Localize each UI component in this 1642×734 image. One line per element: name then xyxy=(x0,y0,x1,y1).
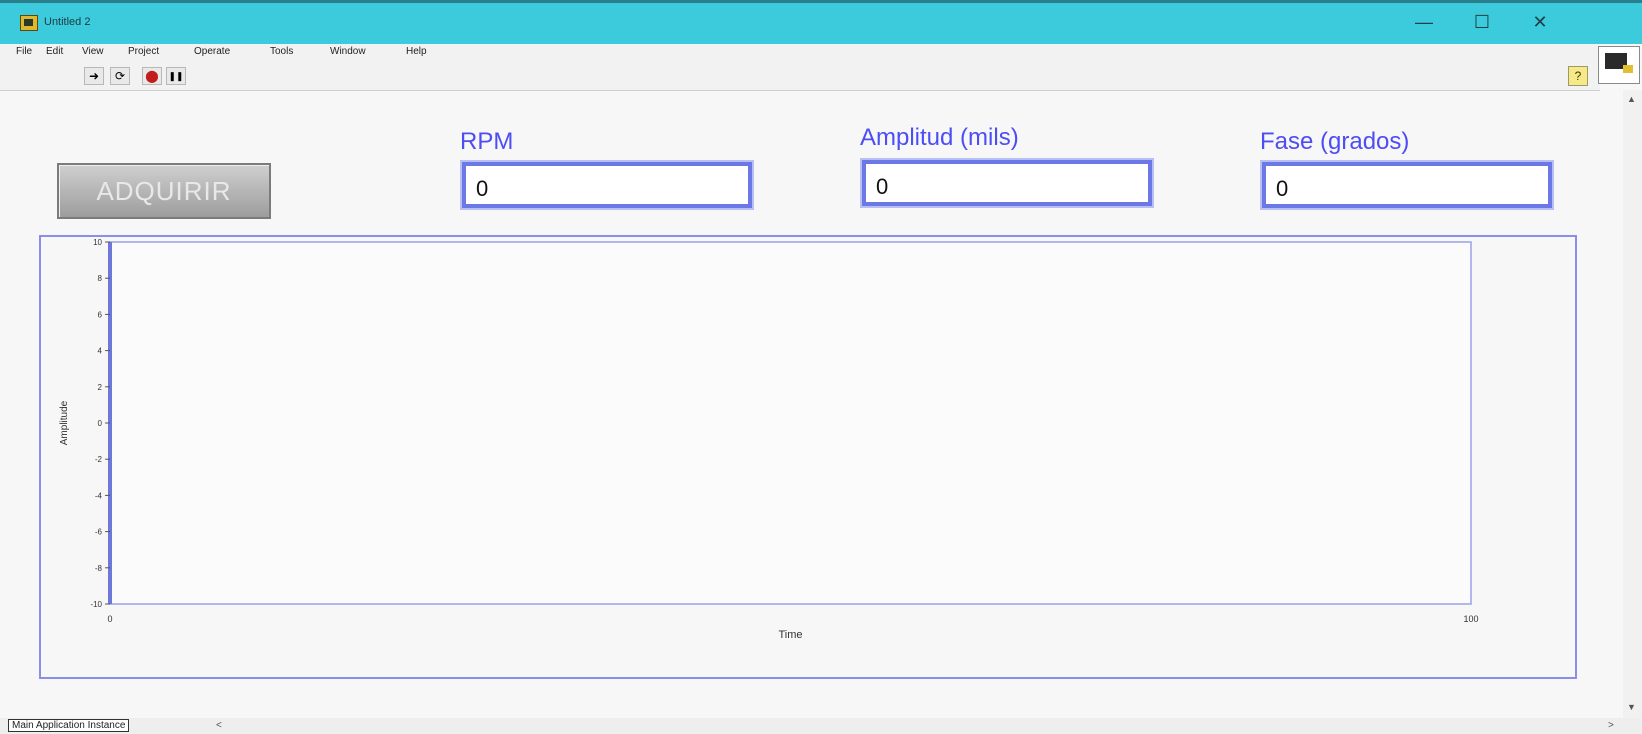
menu-file[interactable]: File xyxy=(16,46,32,57)
y-tick-label: 10 xyxy=(93,238,102,247)
y-tick-label: 8 xyxy=(98,274,103,283)
x-tick-label: 100 xyxy=(1463,614,1478,624)
application-instance-tab[interactable]: Main Application Instance xyxy=(8,719,130,732)
menu-edit[interactable]: Edit xyxy=(46,46,63,57)
labview-app-icon[interactable] xyxy=(20,15,38,31)
phase-label: Fase (grados) xyxy=(1260,128,1410,155)
y-tick-label: -8 xyxy=(95,564,103,573)
vi-icon-connector-pane[interactable] xyxy=(1598,46,1640,84)
abort-execution-icon[interactable]: ⬤ xyxy=(142,67,162,85)
y-tick-label: -10 xyxy=(90,600,102,609)
y-tick-label: -2 xyxy=(95,455,103,464)
amplitude-indicator: 0 xyxy=(862,160,1152,206)
scroll-up-arrow-icon[interactable]: ▲ xyxy=(1627,94,1636,104)
window-title: Untitled 2 xyxy=(44,16,91,28)
toolbar: ➜ ⟳ ⬤ ❚❚ xyxy=(0,60,1600,91)
waveform-chart[interactable]: 10 8 6 4 2 0 -2 -4 -6 -8 -10 0 100 Time Amplitude xyxy=(39,235,1577,679)
run-arrow-icon[interactable]: ➜ xyxy=(84,67,104,85)
adquirir-button[interactable]: ADQUIRIR xyxy=(57,163,271,219)
x-ticks: 0 100 xyxy=(107,614,1478,624)
run-continuously-icon[interactable]: ⟳ xyxy=(110,67,130,85)
pause-icon[interactable]: ❚❚ xyxy=(166,67,186,85)
phase-indicator: 0 xyxy=(1262,162,1552,208)
y-tick-label: 0 xyxy=(98,419,103,428)
context-help-icon[interactable]: ? xyxy=(1568,66,1588,86)
status-bar: Main Application Instance < > xyxy=(0,718,1642,734)
y-tick-label: 6 xyxy=(98,310,103,319)
y-tick-label: -6 xyxy=(95,528,103,537)
y-ticks: 10 8 6 4 2 0 -2 -4 -6 -8 -10 xyxy=(90,238,110,609)
menu-operate[interactable]: Operate xyxy=(194,46,230,57)
menu-tools[interactable]: Tools xyxy=(270,46,293,57)
minimize-button[interactable]: — xyxy=(1404,10,1444,34)
vi-icon-tag xyxy=(1623,65,1633,73)
rpm-label: RPM xyxy=(460,128,514,155)
vertical-scrollbar[interactable]: ▲ ▼ xyxy=(1623,90,1642,720)
y-tick-label: 2 xyxy=(98,383,103,392)
menu-project[interactable]: Project xyxy=(128,46,159,57)
x-tick-label: 0 xyxy=(107,614,112,624)
x-axis-label: Time xyxy=(778,629,802,641)
y-tick-label: -4 xyxy=(95,491,103,500)
menu-help[interactable]: Help xyxy=(406,46,427,57)
title-bar-strip xyxy=(0,0,1642,3)
rpm-indicator: 0 xyxy=(462,162,752,208)
amplitude-label: Amplitud (mils) xyxy=(860,124,1019,151)
menu-bar: File Edit View Project Operate Tools Win… xyxy=(0,44,1600,60)
plot-area[interactable] xyxy=(109,241,1472,605)
maximize-button[interactable]: ☐ xyxy=(1462,10,1502,34)
status-scroll-right-icon[interactable]: > xyxy=(1608,720,1614,731)
waveform-plot-svg: 10 8 6 4 2 0 -2 -4 -6 -8 -10 0 100 Time Amplitude xyxy=(59,238,1479,641)
y-axis-label: Amplitude xyxy=(59,400,70,445)
status-scroll-left-icon[interactable]: < xyxy=(216,720,222,731)
menu-window[interactable]: Window xyxy=(330,46,366,57)
close-button[interactable]: ✕ xyxy=(1520,10,1560,34)
scroll-down-arrow-icon[interactable]: ▼ xyxy=(1627,702,1636,712)
menu-view[interactable]: View xyxy=(82,46,104,57)
title-bar: Untitled 2 — ☐ ✕ xyxy=(0,0,1642,44)
y-tick-label: 4 xyxy=(98,347,103,356)
